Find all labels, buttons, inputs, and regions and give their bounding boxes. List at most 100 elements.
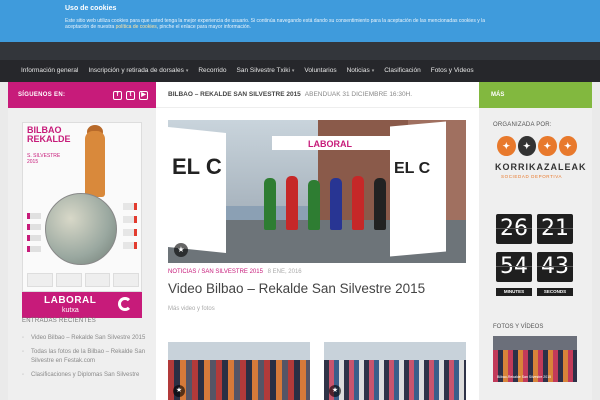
countdown-seconds: 43 (537, 252, 573, 282)
nav-item-clasificacion[interactable]: Clasificación (379, 60, 426, 82)
race-poster[interactable]: BILBAO REKALDE S. SILVESTRE 2015 (22, 122, 142, 292)
nav-label: Noticias (346, 67, 370, 74)
nav-item-informacion[interactable]: Información general (16, 60, 83, 82)
right-sidebar: MÁS ORGANIZADA POR: ✦ ✦ ✦ ✦ KORRIKAZALEA… (479, 82, 592, 400)
sponsor-logos-right (123, 203, 139, 255)
nav-label: Voluntarios (304, 67, 337, 74)
twitter-icon[interactable]: t (126, 90, 135, 100)
runner-icon: ✦ (538, 136, 557, 156)
poster-subtitle: S. SILVESTRE 2015 (27, 153, 60, 165)
sponsor-logo (27, 235, 41, 241)
recent-post-link[interactable]: Clasificaciones y Diplomas San Silvestre (22, 371, 146, 380)
post-thumbnail[interactable]: ★ (324, 342, 466, 400)
left-sidebar: SÍGUENOS EN: f t ▶ BILBAO REKALDE S. SIL… (8, 82, 156, 400)
photos-videos-image[interactable]: Bilbao-Rekalde San Silvestre 2015 (493, 336, 577, 382)
cookie-text: Este sitio web utiliza cookies para que … (65, 18, 495, 30)
youtube-icon[interactable]: ▶ (139, 90, 148, 100)
laboral-line2: kutxa (62, 307, 79, 314)
poster-title: BILBAO REKALDE (27, 126, 71, 144)
camera-icon: ★ (329, 385, 341, 397)
camera-icon: ★ (173, 385, 185, 397)
post-category-link[interactable]: NOTICIAS (168, 269, 196, 275)
sponsor-logo (84, 273, 111, 287)
cookie-text-2: , pinche el enlace para mayor informació… (156, 24, 251, 30)
follow-bar: SÍGUENOS EN: f t ▶ (8, 82, 156, 108)
post-excerpt: Más video y fotos (168, 306, 215, 312)
photo-crowd (324, 360, 466, 400)
laboral-kutxa-banner[interactable]: LABORAL kutxa (22, 292, 142, 318)
organizer-name: KORRIKAZALEAK (495, 162, 587, 172)
nav-item-inscripcion[interactable]: Inscripción y retirada de dorsales ▾ (83, 60, 193, 82)
post-meta: NOTICIAS / SAN SILVESTRE 2015 8 ENE, 201… (168, 269, 302, 275)
countdown-digit: 26 (496, 214, 532, 244)
nav-item-voluntarios[interactable]: Voluntarios (299, 60, 341, 82)
photo-banner-right-text: EL C (394, 160, 431, 177)
countdown-minutes: 54 (496, 252, 532, 282)
sponsor-logo (113, 273, 139, 287)
cookie-policy-link[interactable]: política de cookies (116, 24, 157, 30)
post-thumbnail[interactable]: ★ (168, 342, 310, 400)
poster-footer-logos (27, 273, 139, 287)
photo-banner-left-text: EL C (172, 154, 222, 179)
recent-post-link[interactable]: Video Bilbao – Rekalde San Silvestre 201… (22, 334, 146, 343)
countdown-minutes-label: MINUTES (496, 288, 532, 296)
social-links: f t ▶ (113, 90, 156, 100)
sponsor-logo (123, 242, 137, 249)
post-title-link[interactable]: Video Bilbao – Rekalde San Silvestre 201… (168, 281, 425, 296)
recent-post-link[interactable]: Todas las fotos de la Bilbao – Rekalde S… (22, 348, 146, 366)
recent-posts-title: ENTRADAS RECIENTES (22, 318, 97, 324)
chevron-down-icon: ▾ (291, 68, 295, 74)
countdown-seconds-label: SECONDS (537, 288, 573, 296)
nav-label: Clasificación (384, 67, 421, 74)
sponsor-logo (55, 273, 82, 287)
runner-icon: ✦ (558, 136, 577, 156)
sponsor-logo (27, 213, 41, 219)
chevron-down-icon: ▾ (185, 68, 189, 74)
sponsor-logo (123, 203, 137, 210)
main-nav: Información general Inscripción y retira… (0, 60, 600, 82)
page-gutter (592, 82, 600, 400)
photo-runner (308, 180, 320, 230)
cookie-banner: Uso de cookies Este sitio web utiliza co… (0, 0, 600, 42)
facebook-icon[interactable]: f (113, 90, 122, 100)
photo-banner-top-text: LABORAL (308, 139, 352, 149)
photo-runner (352, 176, 364, 230)
follow-label: SÍGUENOS EN: (18, 92, 66, 98)
globe-illustration (45, 193, 117, 265)
countdown-digit: 21 (537, 214, 573, 244)
organizer-logo[interactable]: ✦ ✦ ✦ ✦ (497, 136, 577, 158)
photo-runner (286, 176, 298, 230)
page-title: BILBAO – REKALDE SAN SILVESTRE 2015 (168, 91, 301, 98)
nav-item-txiki[interactable]: San Silvestre Txiki ▾ (232, 60, 300, 82)
photo-banner-left (168, 126, 226, 254)
nav-item-recorrido[interactable]: Recorrido (193, 60, 231, 82)
nav-item-noticias[interactable]: Noticias ▾ (342, 60, 380, 82)
organizer-subtitle: SOCIEDAD DEPORTIVA (501, 174, 563, 179)
sponsor-logo (123, 216, 137, 223)
more-bar: MÁS (479, 82, 592, 108)
organizer-label: ORGANIZADA POR: (493, 122, 552, 128)
featured-image[interactable]: EL C LABORAL EL C ★ (168, 120, 466, 263)
nav-label: Fotos y Videos (430, 67, 474, 74)
mascot-body (85, 131, 105, 197)
photo-banner-right (390, 121, 446, 257)
nav-label: Recorrido (198, 67, 227, 74)
sponsor-logo (123, 229, 137, 236)
sponsor-logo (27, 224, 41, 230)
more-label: MÁS (491, 92, 505, 98)
photos-videos-title: FOTOS Y VÍDEOS (493, 324, 544, 330)
sponsor-logos-left (27, 213, 43, 257)
photo-crowd (168, 360, 310, 400)
post-category-link[interactable]: SAN SILVESTRE 2015 (201, 269, 263, 275)
laboral-logo-icon (118, 297, 132, 311)
photo-caption: Bilbao-Rekalde San Silvestre 2015 (497, 375, 552, 379)
nav-item-fotos[interactable]: Fotos y Videos (426, 60, 479, 82)
chevron-down-icon: ▾ (371, 68, 375, 74)
runner-icon: ✦ (517, 136, 536, 156)
post-category-separator: / (198, 269, 200, 275)
laboral-line1: LABORAL (44, 295, 97, 306)
photo-runner (264, 178, 276, 230)
photo-runner (330, 178, 342, 230)
nav-label: Inscripción y retirada de dorsales (88, 67, 184, 74)
sponsor-logo (27, 273, 53, 287)
